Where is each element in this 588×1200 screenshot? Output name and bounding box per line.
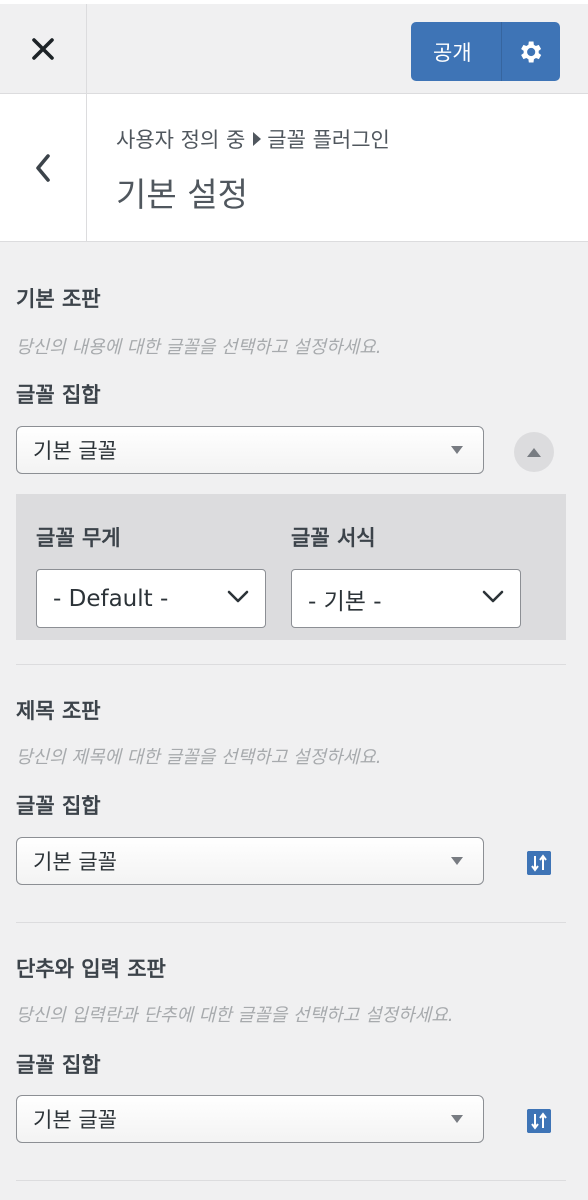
breadcrumb: 사용자 정의 중 글꼴 플러그인 — [116, 124, 390, 154]
sort-icon[interactable] — [527, 851, 551, 875]
headings-font-family-select[interactable]: 기본 글꼴 — [16, 837, 484, 885]
customizer-topbar: 공개 — [0, 0, 588, 94]
buttons-section-description: 당신의 입력란과 단추에 대한 글꼴을 선택하고 설정하세요. — [16, 1005, 454, 1026]
section-divider — [16, 1180, 566, 1181]
page-title: 기본 설정 — [116, 175, 248, 214]
font-weight-select[interactable]: - Default - — [36, 569, 266, 628]
buttons-font-family-value: 기본 글꼴 — [33, 1108, 117, 1132]
sort-icon[interactable] — [527, 1109, 551, 1133]
caret-right-icon — [253, 132, 262, 146]
close-button[interactable] — [0, 4, 87, 94]
caret-down-icon — [451, 446, 463, 454]
base-family-label: 글꼴 집합 — [16, 383, 101, 407]
section-header: 사용자 정의 중 글꼴 플러그인 기본 설정 — [0, 94, 588, 242]
section-divider — [16, 664, 566, 665]
gear-icon[interactable] — [516, 38, 544, 66]
chevron-down-icon — [482, 590, 504, 603]
chevron-down-icon — [227, 590, 249, 603]
buttons-font-family-select[interactable]: 기본 글꼴 — [16, 1095, 484, 1143]
buttons-family-label: 글꼴 집합 — [16, 1053, 101, 1077]
back-button[interactable] — [0, 94, 87, 242]
chevron-left-icon — [36, 154, 50, 182]
base-section-description: 당신의 내용에 대한 글꼴을 선택하고 설정하세요. — [16, 337, 382, 358]
section-divider — [16, 922, 566, 923]
caret-down-icon — [451, 1115, 463, 1123]
headings-section-description: 당신의 제목에 대한 글꼴을 선택하고 설정하세요. — [16, 747, 382, 768]
headings-font-family-value: 기본 글꼴 — [33, 850, 117, 874]
caret-up-icon — [527, 447, 541, 457]
publish-divider — [501, 22, 502, 81]
headings-section-title: 제목 조판 — [16, 699, 101, 723]
base-font-family-select[interactable]: 기본 글꼴 — [16, 426, 484, 474]
font-weight-label: 글꼴 무게 — [36, 526, 121, 550]
font-weight-value: - Default - — [53, 585, 169, 612]
publish-button[interactable]: 공개 — [411, 22, 560, 81]
close-icon — [32, 38, 54, 60]
base-section-title: 기본 조판 — [16, 287, 101, 311]
font-style-label: 글꼴 서식 — [291, 526, 376, 550]
publish-label: 공개 — [433, 40, 472, 65]
advanced-font-options: 글꼴 무게 글꼴 서식 - Default - - 기본 - — [16, 494, 566, 640]
collapse-toggle-button[interactable] — [514, 432, 554, 472]
base-font-family-value: 기본 글꼴 — [33, 439, 117, 463]
headings-family-label: 글꼴 집합 — [16, 794, 101, 818]
buttons-section-title: 단추와 입력 조판 — [16, 957, 166, 981]
breadcrumb-child: 글꼴 플러그인 — [267, 128, 390, 152]
font-style-select[interactable]: - 기본 - — [291, 569, 521, 628]
breadcrumb-parent: 사용자 정의 중 — [116, 128, 246, 152]
font-style-value: - 기본 - — [308, 588, 382, 615]
caret-down-icon — [451, 857, 463, 865]
